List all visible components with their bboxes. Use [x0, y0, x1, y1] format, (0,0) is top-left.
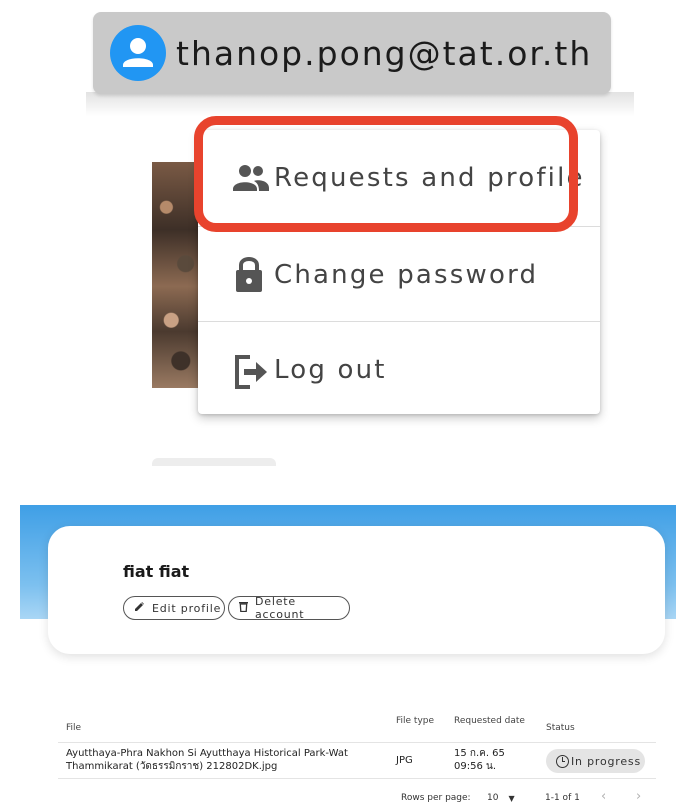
lock-icon — [232, 256, 266, 292]
menu-item-label: Change password — [274, 259, 539, 290]
delete-account-label: Delete account — [255, 595, 305, 621]
background-button-fragment — [152, 458, 276, 466]
column-header-requested-date[interactable]: Requested date — [454, 716, 525, 726]
table-divider — [58, 778, 656, 779]
profile-card — [48, 526, 665, 654]
trash-icon — [239, 601, 248, 615]
edit-profile-label: Edit profile — [152, 601, 222, 615]
table-cell-file-type: JPG — [396, 755, 413, 766]
user-account-chip[interactable]: thanop.pong@tat.or.th — [93, 12, 611, 94]
table-divider — [58, 742, 656, 743]
caret-down-icon: ▼ — [508, 793, 515, 803]
clock-icon — [556, 754, 569, 768]
person-icon — [123, 38, 153, 67]
column-header-status[interactable]: Status — [546, 723, 575, 733]
table-cell-file[interactable]: Ayutthaya-Phra Nakhon Si Ayutthaya Histo… — [66, 747, 386, 773]
menu-item-label: Log out — [274, 354, 387, 385]
background-photo — [152, 162, 200, 388]
column-header-file[interactable]: File — [66, 723, 81, 733]
status-label: In progress — [571, 754, 641, 768]
chip-shadow — [86, 92, 634, 116]
profile-name: fiat fiat — [123, 562, 190, 581]
column-header-file-type[interactable]: File type — [396, 716, 434, 726]
highlight-annotation — [194, 116, 578, 232]
user-email: thanop.pong@tat.or.th — [176, 33, 593, 73]
delete-account-button[interactable]: Delete account — [228, 595, 350, 621]
menu-item-change-password[interactable]: Change password — [198, 226, 600, 322]
avatar — [110, 25, 166, 81]
status-badge: In progress — [546, 749, 645, 773]
menu-item-log-out[interactable]: Log out — [198, 321, 600, 417]
table-cell-requested-date: 15 ก.ค. 65 09:56 น. — [454, 748, 505, 772]
logout-icon — [232, 353, 267, 389]
pencil-icon — [134, 601, 145, 615]
edit-profile-button[interactable]: Edit profile — [123, 596, 225, 620]
